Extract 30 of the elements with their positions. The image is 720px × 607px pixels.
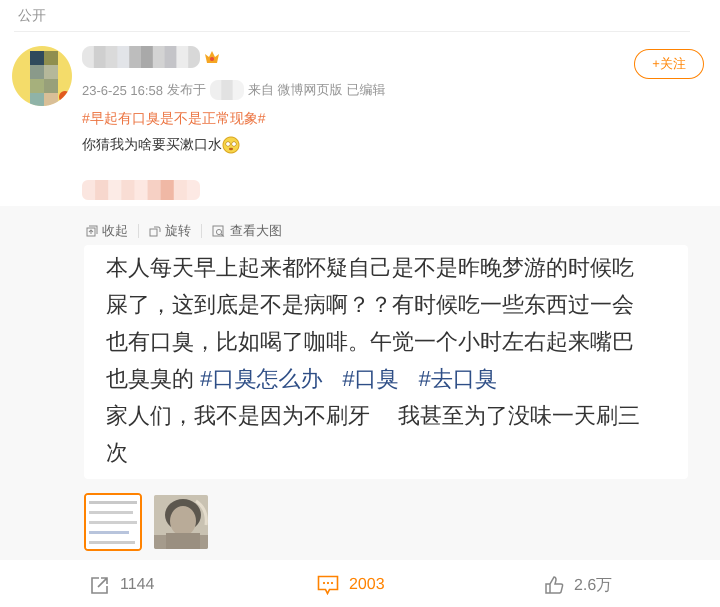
repost-button[interactable]: 1144 — [90, 575, 154, 595]
visibility-label: 公开 — [18, 6, 46, 24]
toolbar-button[interactable]: 收起 — [86, 222, 138, 240]
topic-link[interactable]: #早起有口臭是不是正常现象# — [82, 110, 266, 128]
post-text: 你猜我为啥要买漱口水 — [82, 136, 222, 154]
thumbnail[interactable] — [152, 493, 210, 551]
image-paragraph: 家人们，我不是因为不刷牙 我甚至为了没味一天刷三次 — [106, 402, 641, 467]
collapse-icon — [86, 225, 98, 237]
crown-icon — [204, 50, 220, 64]
redacted-location — [210, 80, 244, 100]
zoom-icon — [212, 225, 226, 237]
rotate-icon — [149, 225, 161, 237]
image-paragraph: 本人每天早上起来都怀疑自己是不是昨晚梦游的时候吃屎了，这到底是不是病啊？？有时候吃一些东西过一会也有口臭，比如喝了咖啡。午觉一个小时左右起来嘴巴也臭臭的 #口臭怎么办 #口臭 #去口臭 — [106, 254, 635, 393]
share-icon — [90, 575, 110, 595]
post-time[interactable]: 23-6-25 16:58 — [82, 82, 163, 98]
hashtag-link[interactable]: #口臭 — [342, 366, 399, 391]
comment-icon — [317, 575, 339, 595]
toolbar-button[interactable]: 查看大图 — [202, 222, 292, 240]
toolbar-button[interactable]: 旋转 — [139, 222, 201, 240]
like-button[interactable]: 2.6万 — [544, 574, 612, 596]
hashtag-link[interactable]: #去口臭 — [418, 366, 497, 391]
thumbs-up-icon — [544, 575, 564, 595]
follow-button[interactable]: +关注 — [634, 49, 704, 79]
thumbnail[interactable] — [84, 493, 142, 551]
comment-button[interactable]: 2003 — [317, 575, 385, 595]
posted-at-label: 发布于 — [166, 81, 206, 99]
post-source: 来自 微博网页版 — [248, 81, 343, 99]
edited-label[interactable]: 已编辑 — [346, 81, 386, 99]
emoji-icon — [222, 136, 240, 154]
hashtag-link[interactable]: #口臭怎么办 — [200, 366, 322, 391]
